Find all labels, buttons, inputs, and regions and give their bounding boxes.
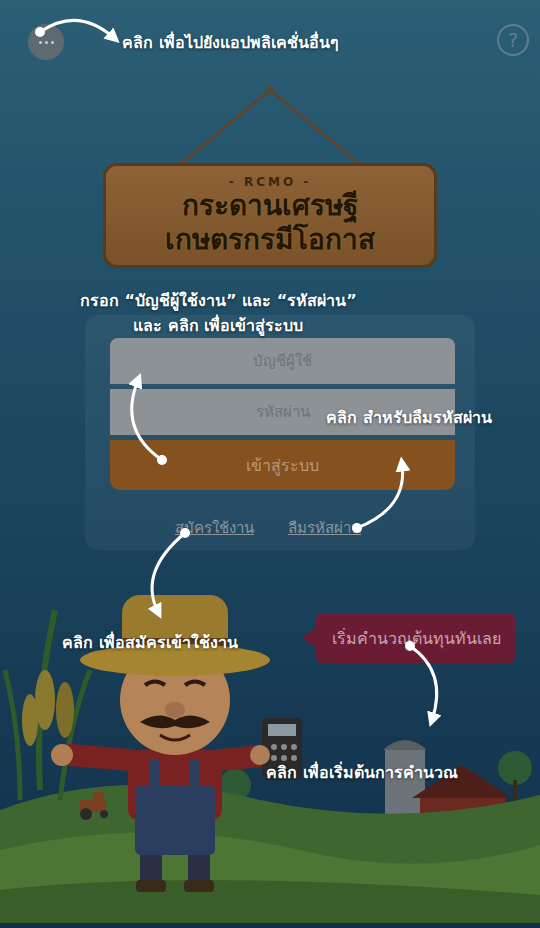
tutorial-note: คลิก เพื่อไปยังแอปพลิเคชั่นอื่นๆ [122,30,339,55]
dot-icon [39,41,42,44]
tutorial-note: คลิก สำหรับลืมรหัสผ่าน [326,405,492,430]
tutorial-note-line: กรอก “บัญชีผู้ใช้งาน” และ “รหัสผ่าน” [80,288,357,313]
tutorial-note-line: คลิก เพื่อไปยังแอปพลิเคชั่นอื่นๆ [122,30,339,55]
title-sign: - RCMO -กระดานเศรษฐีเกษตรกรมีโอกาส [103,163,437,268]
sign-title: เกษตรกรมีโอกาส [165,223,375,257]
top-bar: ? [0,0,540,80]
curved-arrow-icon [152,528,190,612]
password-field[interactable]: รหัสผ่าน [110,389,455,435]
username-field[interactable]: บัญชีผู้ใช้ [110,338,455,384]
help-button[interactable]: ? [497,24,529,56]
curved-arrow-icon [132,380,167,465]
forgot-password-link[interactable]: ลืมรหัสผ่าน [288,516,361,540]
curved-arrow-icon [352,464,403,533]
sign-string-icon [160,78,380,168]
start-calculation-button[interactable]: เริ่มคำนวณต้นทุนทันเลย [316,613,515,663]
login-button[interactable]: เข้าสู่ระบบ [110,440,455,490]
curved-arrow-icon [35,20,114,38]
tutorial-note-line: คลิก สำหรับลืมรหัสผ่าน [326,405,492,430]
tutorial-overlay: คลิก เพื่อไปยังแอปพลิเคชั่นอื่นๆกรอก “บั… [0,0,540,928]
dot-icon [45,41,48,44]
tutorial-note: คลิก เพื่อสมัครเข้าใช้งาน [62,630,238,655]
curved-arrow-icon [405,641,437,720]
links-row: สมัครใช้งาน ลืมรหัสผ่าน [175,516,455,540]
login-panel: บัญชีผู้ใช้รหัสผ่านเข้าสู่ระบบสมัครใช้งา… [85,315,475,550]
register-link[interactable]: สมัครใช้งาน [175,516,254,540]
farm-illustration-icon [0,550,540,923]
username-placeholder: บัญชีผู้ใช้ [253,349,312,373]
tutorial-note: กรอก “บัญชีผู้ใช้งาน” และ “รหัสผ่าน”และ … [80,288,357,338]
apps-menu-button[interactable] [28,24,64,60]
tutorial-note: คลิก เพื่อเริ่มต้นการคำนวณ [266,760,458,785]
brand-label: - RCMO - [229,175,312,189]
password-placeholder: รหัสผ่าน [256,400,310,424]
tutorial-note-line: คลิก เพื่อเริ่มต้นการคำนวณ [266,760,458,785]
sign-area: - RCMO -กระดานเศรษฐีเกษตรกรมีโอกาส [0,80,540,270]
farm-scene: เริ่มคำนวณต้นทุนทันเลย [0,550,540,928]
tutorial-note-line: และ คลิก เพื่อเข้าสู่ระบบ [80,313,357,338]
sign-title: กระดานเศรษฐี [182,189,358,223]
tutorial-note-line: คลิก เพื่อสมัครเข้าใช้งาน [62,630,238,655]
tutorial-arrows [0,0,540,928]
dot-icon [51,41,54,44]
app-screen: ? - RCMO -กระดานเศรษฐีเกษตรกรมีโอกาสบัญชี… [0,0,540,928]
